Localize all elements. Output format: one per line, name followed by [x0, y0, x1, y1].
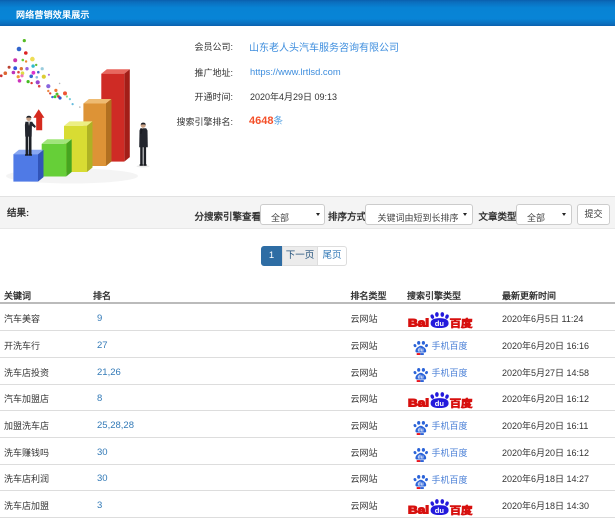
svg-text:du: du	[434, 399, 444, 408]
svg-text:du: du	[418, 454, 424, 460]
svg-text:百度: 百度	[449, 317, 473, 329]
svg-text:du: du	[434, 319, 444, 328]
svg-text:Bai: Bai	[408, 504, 429, 515]
svg-text:du: du	[418, 481, 424, 487]
svg-text:百度: 百度	[449, 504, 473, 516]
svg-text:du: du	[434, 506, 444, 515]
svg-text:du: du	[418, 374, 424, 380]
svg-text:Bai: Bai	[408, 398, 429, 409]
svg-text:Bai: Bai	[408, 317, 429, 328]
svg-text:du: du	[418, 347, 424, 353]
svg-text:百度: 百度	[449, 397, 473, 409]
svg-text:du: du	[418, 427, 424, 433]
